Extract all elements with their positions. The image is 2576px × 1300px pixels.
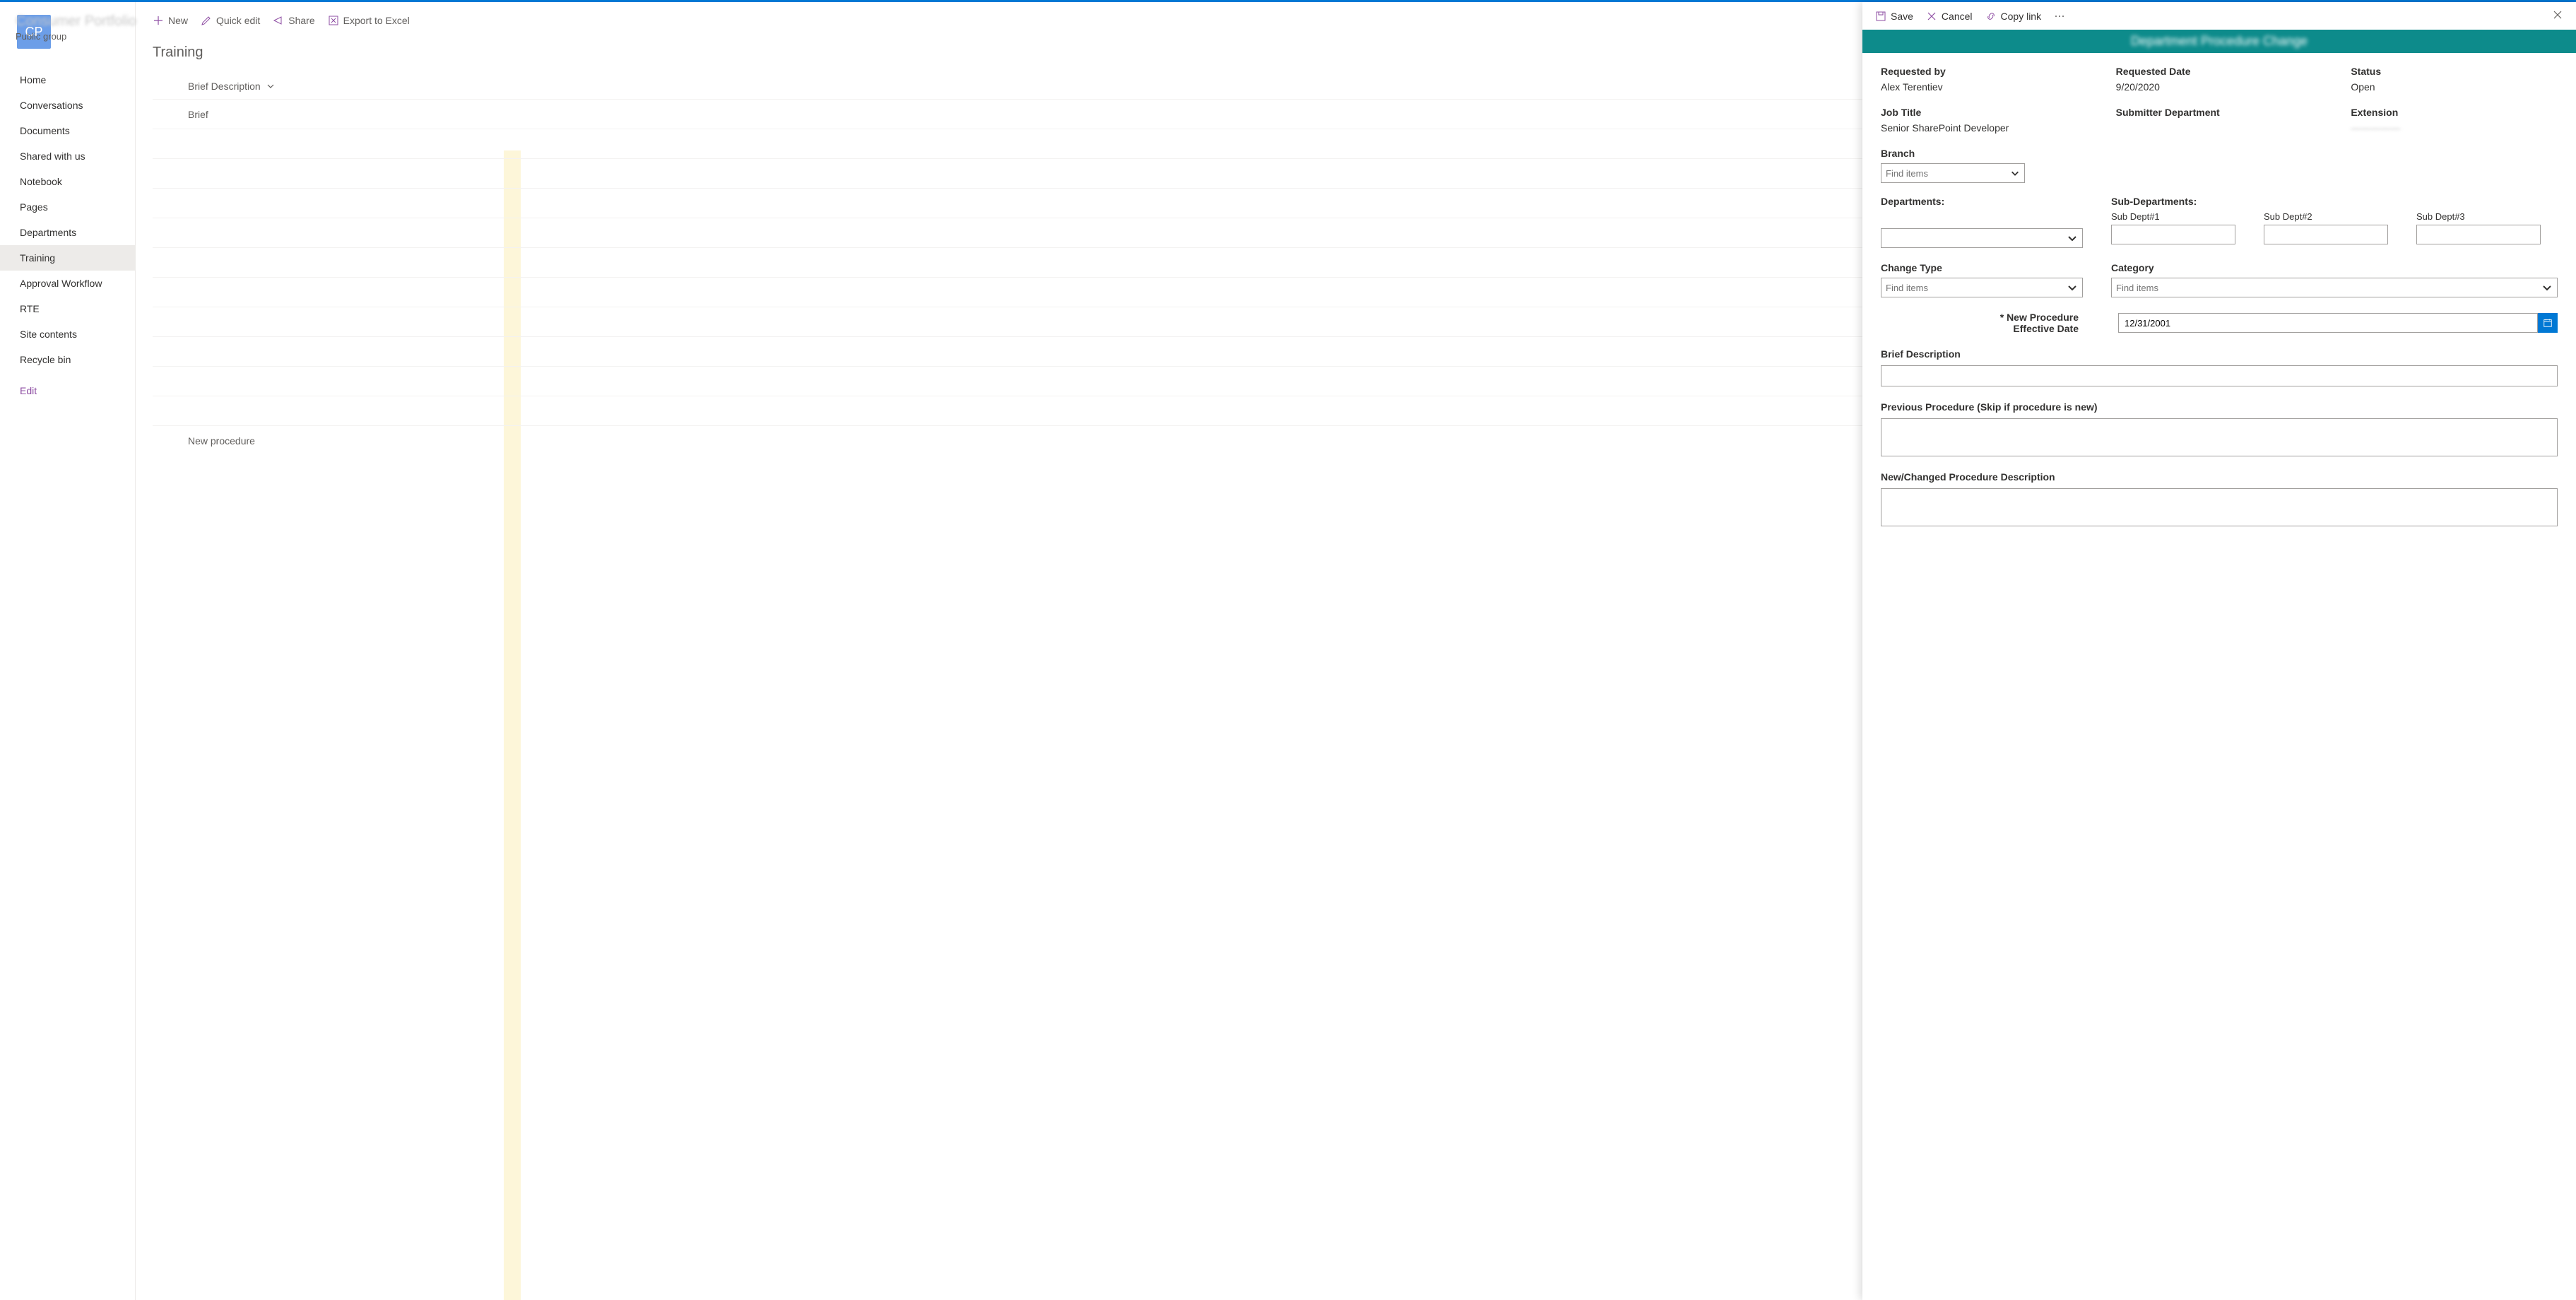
new-proc-input[interactable] [1881, 488, 2558, 526]
new-button[interactable]: New [153, 15, 188, 26]
nav-home[interactable]: Home [0, 67, 135, 93]
calendar-button[interactable] [2538, 313, 2558, 333]
copy-link-button[interactable]: Copy link [1985, 11, 2042, 22]
category-label: Category [2111, 262, 2558, 273]
link-icon [1985, 11, 1997, 22]
save-icon [1875, 11, 1886, 22]
sub-dept-3-input[interactable] [2421, 230, 2546, 240]
requested-by-value: Alex Terentiev [1881, 81, 2088, 93]
new-proc-label: New/Changed Procedure Description [1881, 471, 2558, 483]
prev-proc-input[interactable] [1881, 418, 2558, 456]
requested-date-label: Requested Date [2116, 66, 2323, 77]
save-button[interactable]: Save [1875, 11, 1913, 22]
chevron-down-icon [265, 81, 276, 92]
departments-picker[interactable] [1881, 228, 2083, 248]
nav-conversations[interactable]: Conversations [0, 93, 135, 118]
sub-departments-label: Sub-Departments: [2111, 196, 2558, 207]
more-icon [2054, 11, 2065, 22]
nav-training[interactable]: Training [0, 245, 135, 271]
departments-input[interactable] [1886, 233, 2067, 244]
chevron-down-icon [2067, 232, 2078, 244]
sub-dept-1-input[interactable] [2116, 230, 2240, 240]
chevron-down-icon [2541, 282, 2553, 293]
branch-picker[interactable] [1881, 163, 2025, 183]
job-title-label: Job Title [1881, 107, 2088, 118]
chevron-down-icon [2010, 167, 2020, 179]
site-subtitle: Public group [16, 31, 136, 42]
branch-input[interactable] [1886, 168, 2010, 179]
col-brief-description[interactable]: Brief Description [188, 81, 343, 92]
change-type-label: Change Type [1881, 262, 2083, 273]
sub-dept-3-label: Sub Dept#3 [2416, 211, 2541, 222]
category-picker[interactable] [2111, 278, 2558, 297]
prev-proc-label: Previous Procedure (Skip if procedure is… [1881, 401, 2558, 413]
sub-dept-3-picker[interactable] [2416, 225, 2541, 244]
export-button[interactable]: Export to Excel [328, 15, 410, 26]
nav-pages[interactable]: Pages [0, 194, 135, 220]
share-icon [273, 15, 284, 26]
brief-desc-label: Brief Description [1881, 348, 2558, 360]
calendar-icon [2543, 318, 2553, 328]
nav-documents[interactable]: Documents [0, 118, 135, 143]
effective-date-label: * New Procedure Effective Date [1881, 312, 2079, 334]
edit-panel: Save Cancel Copy link Department Procedu… [1862, 2, 2576, 1300]
pencil-icon [201, 15, 212, 26]
excel-icon [328, 15, 339, 26]
nav-shared[interactable]: Shared with us [0, 143, 135, 169]
sub-dept-2-label: Sub Dept#2 [2264, 211, 2388, 222]
panel-banner: Department Procedure Change [1862, 30, 2576, 53]
extension-value: ————— [2351, 122, 2558, 134]
close-icon [2552, 9, 2563, 20]
requested-date-value: 9/20/2020 [2116, 81, 2323, 93]
panel-close-button[interactable] [2552, 9, 2563, 23]
nav-departments[interactable]: Departments [0, 220, 135, 245]
nav-notebook[interactable]: Notebook [0, 169, 135, 194]
requested-by-label: Requested by [1881, 66, 2088, 77]
panel-command-bar: Save Cancel Copy link [1862, 2, 2576, 30]
share-button[interactable]: Share [273, 15, 314, 26]
extension-label: Extension [2351, 107, 2558, 118]
departments-label: Departments: [1881, 196, 2083, 207]
close-icon [1926, 11, 1937, 22]
submitter-dept-label: Submitter Department [2116, 107, 2323, 118]
job-title-value: Senior SharePoint Developer [1881, 122, 2088, 134]
chevron-down-icon [2067, 282, 2078, 293]
nav-recycle[interactable]: Recycle bin [0, 347, 135, 372]
site-title: Consumer Portfolio [16, 13, 136, 30]
cancel-button[interactable]: Cancel [1926, 11, 1973, 22]
effective-date-input[interactable] [2118, 313, 2538, 333]
status-label: Status [2351, 66, 2558, 77]
category-input[interactable] [2116, 283, 2541, 293]
nav-approval[interactable]: Approval Workflow [0, 271, 135, 296]
sub-dept-1-label: Sub Dept#1 [2111, 211, 2235, 222]
sub-dept-2-picker[interactable] [2264, 225, 2388, 244]
sub-dept-2-input[interactable] [2269, 230, 2393, 240]
sub-dept-1-picker[interactable] [2111, 225, 2235, 244]
nav-edit[interactable]: Edit [0, 378, 135, 403]
branch-label: Branch [1881, 148, 2558, 159]
nav-site-contents[interactable]: Site contents [0, 321, 135, 347]
change-type-picker[interactable] [1881, 278, 2083, 297]
change-type-input[interactable] [1886, 283, 2067, 293]
quick-edit-button[interactable]: Quick edit [201, 15, 260, 26]
left-nav: Home Conversations Documents Shared with… [0, 61, 135, 403]
plus-icon [153, 15, 164, 26]
more-button[interactable] [2054, 11, 2065, 22]
nav-rte[interactable]: RTE [0, 296, 135, 321]
status-value: Open [2351, 81, 2558, 93]
brief-desc-input[interactable] [1881, 365, 2558, 386]
